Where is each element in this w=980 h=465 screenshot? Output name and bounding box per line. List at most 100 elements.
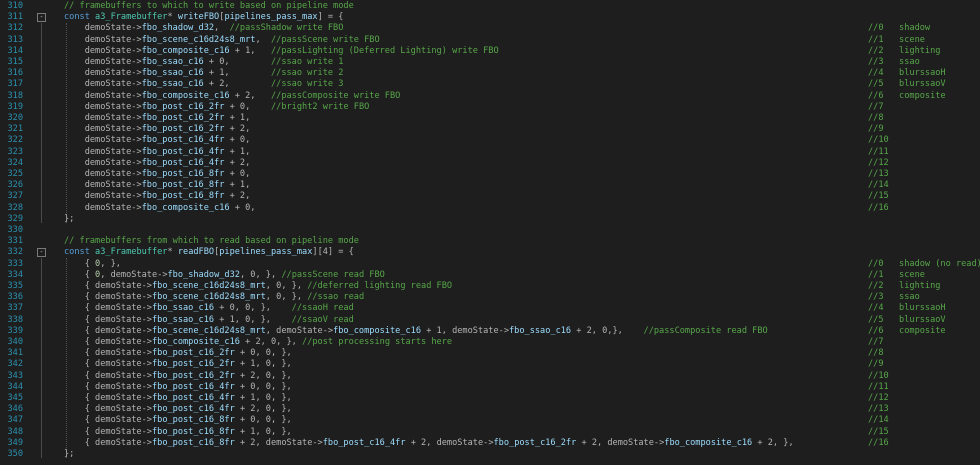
code-line[interactable]: 345 { demoState->fbo_post_c16_4fr + 1, 0… bbox=[0, 393, 980, 404]
code-line[interactable]: 342 { demoState->fbo_post_c16_2fr + 1, 0… bbox=[0, 359, 980, 370]
code-line[interactable]: 336 { demoState->fbo_scene_c16d24s8_mrt,… bbox=[0, 292, 980, 303]
code-token: const bbox=[64, 247, 96, 258]
code-text: demoState->fbo_composite_c16 + 2, //pass… bbox=[64, 91, 401, 102]
code-token: { demoState-> bbox=[64, 314, 152, 325]
code-line[interactable]: 340 { demoState->fbo_composite_c16 + 2, … bbox=[0, 337, 980, 348]
code-token: fbo_scene_c16d24s8_mrt bbox=[151, 281, 266, 291]
code-line[interactable]: 349 { demoState->fbo_post_c16_8fr + 2, d… bbox=[0, 438, 980, 449]
code-token: + 0, 0, }, bbox=[234, 348, 292, 359]
code-token: demoState-> bbox=[64, 23, 142, 34]
code-text: demoState->fbo_post_c16_4fr + 0, bbox=[64, 135, 251, 146]
code-token: + 1, bbox=[224, 113, 251, 123]
code-line[interactable]: 329}; bbox=[0, 214, 980, 225]
code-text: { demoState->fbo_scene_c16d24s8_mrt, 0, … bbox=[64, 281, 452, 292]
line-number: 350 bbox=[7, 449, 23, 459]
code-line[interactable]: 323 demoState->fbo_post_c16_4fr + 1, //11 bbox=[0, 147, 980, 158]
code-line[interactable]: 315 demoState->fbo_ssao_c16 + 0, //ssao … bbox=[0, 57, 980, 68]
code-token: demoState-> bbox=[64, 124, 142, 135]
code-line[interactable]: 322 demoState->fbo_post_c16_4fr + 0, //10 bbox=[0, 135, 980, 146]
code-line[interactable]: 324 demoState->fbo_post_c16_4fr + 2, //12 bbox=[0, 158, 980, 169]
code-line[interactable]: 344 { demoState->fbo_post_c16_4fr + 0, 0… bbox=[0, 382, 980, 393]
collapse-icon[interactable]: - bbox=[37, 248, 46, 258]
code-line[interactable]: 311 - const a3_Framebuffer* writeFBO[pipel… bbox=[0, 12, 980, 23]
code-line[interactable]: 314 demoState->fbo_composite_c16 + 1, //… bbox=[0, 46, 980, 57]
code-line[interactable]: 327 demoState->fbo_post_c16_8fr + 2, //15 bbox=[0, 191, 980, 202]
code-line[interactable]: 321 demoState->fbo_post_c16_2fr + 2, //9 bbox=[0, 124, 980, 135]
code-line[interactable]: 313 demoState->fbo_scene_c16d24s8_mrt, /… bbox=[0, 35, 980, 46]
code-line[interactable]: 332 - const a3_Framebuffer* readFBO[pipeli… bbox=[0, 247, 980, 258]
code-line[interactable]: 337 { demoState->fbo_ssao_c16 + 0, 0, },… bbox=[0, 303, 980, 314]
pass-index-comment: //10 bbox=[868, 370, 889, 381]
code-line[interactable]: 319 demoState->fbo_post_c16_2fr + 0, //b… bbox=[0, 102, 980, 113]
code-token: { demoState-> bbox=[64, 404, 152, 415]
code-line[interactable]: 316 demoState->fbo_ssao_c16 + 1, //ssao … bbox=[0, 68, 980, 79]
code-token: fbo_post_c16_4fr bbox=[151, 393, 235, 403]
pass-index-comment: //13 bbox=[868, 404, 889, 415]
code-line[interactable]: 326 demoState->fbo_post_c16_8fr + 1, //14 bbox=[0, 180, 980, 191]
code-line[interactable]: 334 { 0, demoState->fbo_shadow_d32, 0, }… bbox=[0, 270, 980, 281]
code-token: , bbox=[255, 34, 271, 45]
code-text: }; bbox=[64, 449, 74, 460]
code-token: fbo_post_c16_8fr bbox=[141, 180, 225, 191]
code-token: fbo_composite_c16 bbox=[141, 45, 230, 56]
code-token: fbo_ssao_c16 bbox=[141, 79, 204, 90]
code-line[interactable]: 343 { demoState->fbo_post_c16_2fr + 2, 0… bbox=[0, 371, 980, 382]
code-token: + 1, 0, }, bbox=[234, 393, 292, 403]
code-line[interactable]: 325 demoState->fbo_post_c16_8fr + 0, //13 bbox=[0, 169, 980, 180]
code-line[interactable]: 310 // framebuffers to which to write bas… bbox=[0, 1, 980, 12]
line-number: 334 bbox=[7, 269, 23, 280]
code-token: , bbox=[214, 23, 230, 34]
code-token: { demoState-> bbox=[64, 415, 152, 426]
code-token: demoState-> bbox=[64, 57, 142, 67]
code-text: demoState->fbo_post_c16_8fr + 2, bbox=[64, 191, 251, 202]
code-line[interactable]: 339 { demoState->fbo_scene_c16d24s8_mrt,… bbox=[0, 326, 980, 337]
code-line[interactable]: 333 { 0, }, //0 shadow (no read) bbox=[0, 259, 980, 270]
code-line[interactable]: 348 { demoState->fbo_post_c16_8fr + 1, 0… bbox=[0, 427, 980, 438]
code-line[interactable]: 320 demoState->fbo_post_c16_2fr + 1, //8 bbox=[0, 113, 980, 124]
code-line[interactable]: 338 { demoState->fbo_ssao_c16 + 1, 0, },… bbox=[0, 315, 980, 326]
code-editor[interactable]: 310 // framebuffers to which to write bas… bbox=[0, 0, 980, 465]
code-token: { demoState-> bbox=[64, 348, 152, 359]
code-token: demoState-> bbox=[64, 34, 142, 45]
line-number: 330 bbox=[7, 225, 23, 235]
line-number: 321 bbox=[7, 124, 23, 135]
code-line[interactable]: 346 { demoState->fbo_post_c16_4fr + 2, 0… bbox=[0, 404, 980, 415]
code-line[interactable]: 317 demoState->fbo_ssao_c16 + 2, //ssao … bbox=[0, 79, 980, 90]
code-token: // framebuffers to which to write based … bbox=[64, 1, 354, 11]
code-token: + 2, demoState-> bbox=[234, 437, 323, 448]
code-token: fbo_shadow_d32 bbox=[141, 23, 215, 34]
code-token: + 0, 0, }, bbox=[214, 303, 292, 314]
code-token: , demoState-> bbox=[265, 325, 334, 336]
line-number: 323 bbox=[7, 146, 23, 157]
code-token: fbo_scene_c16d24s8_mrt bbox=[151, 292, 266, 303]
code-token: //ssao read bbox=[307, 292, 365, 303]
code-token: fbo_composite_c16 bbox=[151, 337, 240, 347]
code-token: fbo_post_c16_2fr bbox=[151, 348, 235, 359]
code-line[interactable]: 341 { demoState->fbo_post_c16_2fr + 0, 0… bbox=[0, 348, 980, 359]
collapse-icon[interactable]: - bbox=[37, 13, 46, 23]
line-number: 349 bbox=[7, 437, 23, 448]
line-number: 331 bbox=[7, 236, 23, 247]
pass-index-comment: //12 bbox=[868, 393, 889, 403]
code-token: + 2, demoState-> bbox=[405, 437, 494, 448]
code-line[interactable]: 335 { demoState->fbo_scene_c16d24s8_mrt,… bbox=[0, 281, 980, 292]
code-token: { demoState-> bbox=[64, 337, 152, 347]
code-token: demoState-> bbox=[64, 45, 142, 56]
pass-index-comment: //3 ssao bbox=[868, 292, 920, 303]
code-token: fbo_post_c16_8fr bbox=[141, 191, 225, 202]
code-line[interactable]: 312 demoState->fbo_shadow_d32, //passSha… bbox=[0, 23, 980, 34]
code-line[interactable]: 328 demoState->fbo_composite_c16 + 0, //1… bbox=[0, 203, 980, 214]
pass-index-comment: //2 lighting bbox=[868, 281, 941, 291]
code-line[interactable]: 318 demoState->fbo_composite_c16 + 2, //… bbox=[0, 91, 980, 102]
code-line[interactable]: 331 // framebuffers from which to read ba… bbox=[0, 236, 980, 247]
code-text: { demoState->fbo_post_c16_2fr + 1, 0, }, bbox=[64, 359, 292, 370]
code-text: { demoState->fbo_post_c16_4fr + 0, 0, }, bbox=[64, 382, 292, 393]
code-token: fbo_post_c16_2fr bbox=[141, 113, 225, 123]
code-token: demoState-> bbox=[64, 79, 142, 90]
code-text: demoState->fbo_scene_c16d24s8_mrt, //pas… bbox=[64, 35, 380, 46]
code-line[interactable]: 347 { demoState->fbo_post_c16_8fr + 0, 0… bbox=[0, 415, 980, 426]
code-line[interactable]: 350}; bbox=[0, 449, 980, 460]
code-token: * bbox=[167, 247, 178, 258]
code-line[interactable]: 330 bbox=[0, 225, 980, 236]
line-number: 340 bbox=[7, 337, 23, 347]
